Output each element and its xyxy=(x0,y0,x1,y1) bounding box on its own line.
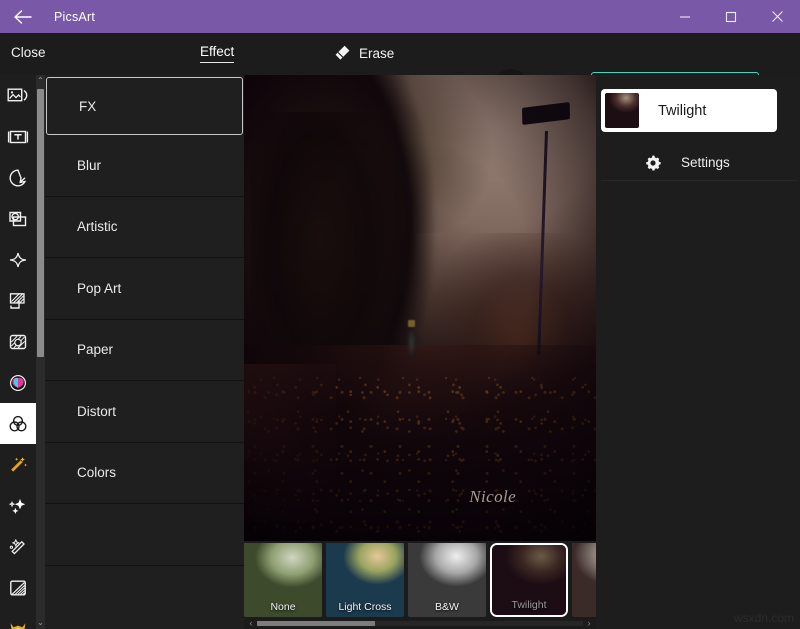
title-bar: PicsArt xyxy=(0,0,800,33)
rail-item-cutout[interactable] xyxy=(0,198,36,239)
effect-settings-button[interactable]: Settings xyxy=(601,145,797,181)
filmstrip-scroll-right-icon[interactable]: › xyxy=(583,617,595,629)
rail-item-sticker[interactable] xyxy=(0,157,36,198)
texture-icon xyxy=(7,332,29,352)
effect-options-panel: Twilight Settings xyxy=(596,75,800,629)
minimize-icon xyxy=(679,11,691,23)
rail-item-draw[interactable] xyxy=(0,526,36,567)
edited-photo: Nicole xyxy=(244,75,596,541)
rail-item-mask[interactable] xyxy=(0,280,36,321)
thumb-preview-next xyxy=(572,543,596,617)
menu-item-colors[interactable]: Colors xyxy=(45,442,244,504)
erase-button[interactable]: Erase xyxy=(333,44,394,62)
maximize-button[interactable] xyxy=(708,0,754,33)
filmstrip-thumb-none[interactable]: None xyxy=(244,543,322,617)
back-button[interactable] xyxy=(0,0,46,33)
menu-item-blur[interactable]: Blur xyxy=(45,135,244,197)
rail-item-photo[interactable] xyxy=(0,75,36,116)
rail-item-fox[interactable] xyxy=(0,608,36,629)
settings-label: Settings xyxy=(681,155,730,170)
menu-item-fx[interactable]: FX xyxy=(46,77,243,135)
cutout-icon xyxy=(7,209,29,229)
selected-effect-name: Twilight xyxy=(658,102,707,119)
rail-item-clipart[interactable] xyxy=(0,362,36,403)
editor-toolbar: Close Effect Erase Save xyxy=(0,33,800,105)
close-editor-button[interactable]: Close xyxy=(11,45,46,60)
picsart-window: PicsArt Close Effect Erase ⌃ ⌄ FX Blur A… xyxy=(0,0,800,629)
filmstrip-scroll-left-icon[interactable]: ‹ xyxy=(245,617,257,629)
photo-canvas[interactable]: Nicole xyxy=(244,75,596,541)
rail-item-magic[interactable] xyxy=(0,239,36,280)
close-window-button[interactable] xyxy=(754,0,800,33)
thumb-label-none: None xyxy=(270,601,296,613)
photo-watermark: Nicole xyxy=(469,487,517,507)
menu-item-pop-art[interactable]: Pop Art xyxy=(45,258,244,320)
minimize-button[interactable] xyxy=(662,0,708,33)
back-arrow-icon xyxy=(13,9,33,25)
app-title: PicsArt xyxy=(54,9,95,24)
mask-icon xyxy=(7,291,29,311)
draw-pencil-icon xyxy=(7,537,29,557)
rail-scrollbar-thumb[interactable] xyxy=(37,89,44,357)
rail-scroll-up-icon[interactable]: ⌃ xyxy=(36,75,45,87)
thumb-label-light-cross: Light Cross xyxy=(338,601,392,613)
sticker-icon xyxy=(7,168,29,188)
filmstrip-row: None Light Cross B&W Twilight xyxy=(244,543,596,617)
maximize-icon xyxy=(725,11,737,23)
menu-item-next[interactable] xyxy=(45,504,244,566)
selected-effect-thumbnail xyxy=(605,93,639,128)
selected-effect-card[interactable]: Twilight xyxy=(601,89,777,132)
close-icon xyxy=(771,10,784,23)
filmstrip-scroll-thumb[interactable] xyxy=(257,621,375,626)
rail-item-effects[interactable] xyxy=(0,403,36,444)
color-circles-icon xyxy=(7,414,29,434)
sparkles-icon xyxy=(7,496,29,516)
filmstrip-thumb-twilight[interactable]: Twilight xyxy=(490,543,568,617)
rail-item-adjust[interactable] xyxy=(0,567,36,608)
thumb-label-bw: B&W xyxy=(435,601,459,613)
rail-item-texture[interactable] xyxy=(0,321,36,362)
fox-icon xyxy=(7,619,29,629)
eraser-icon xyxy=(333,44,351,62)
effect-category-menu: FX Blur Artistic Pop Art Paper Distort C… xyxy=(45,75,244,629)
thumb-label-twilight: Twilight xyxy=(511,599,547,611)
erase-label: Erase xyxy=(359,45,395,61)
rail-item-sparkles[interactable] xyxy=(0,485,36,526)
menu-item-artistic[interactable]: Artistic xyxy=(45,196,244,258)
rail-scrollbar[interactable]: ⌃ ⌄ xyxy=(36,75,45,629)
tool-rail xyxy=(0,75,36,629)
photo-vignette xyxy=(244,75,596,541)
menu-item-distort[interactable]: Distort xyxy=(45,381,244,443)
filmstrip-thumb-bw[interactable]: B&W xyxy=(408,543,486,617)
rail-item-magic-effects[interactable] xyxy=(0,444,36,485)
square-gradient-icon xyxy=(7,578,29,598)
photo-icon xyxy=(7,86,29,106)
menu-item-paper[interactable]: Paper xyxy=(45,319,244,381)
tab-effect[interactable]: Effect xyxy=(200,44,235,63)
sparkle-star-icon xyxy=(7,250,29,270)
rail-scroll-down-icon[interactable]: ⌄ xyxy=(36,617,45,629)
filmstrip-thumb-light-cross[interactable]: Light Cross xyxy=(326,543,404,617)
filmstrip-scrollbar[interactable]: ‹ › xyxy=(244,617,596,629)
page-watermark: wsxdn.com xyxy=(733,611,794,625)
effect-filmstrip: None Light Cross B&W Twilight ‹ › xyxy=(244,541,596,629)
gear-icon xyxy=(644,154,662,172)
filmstrip-thumb-next[interactable] xyxy=(572,543,596,617)
rail-item-text[interactable] xyxy=(0,116,36,157)
butterfly-icon xyxy=(7,373,29,393)
magic-wand-icon xyxy=(7,455,29,475)
text-icon xyxy=(7,127,29,147)
